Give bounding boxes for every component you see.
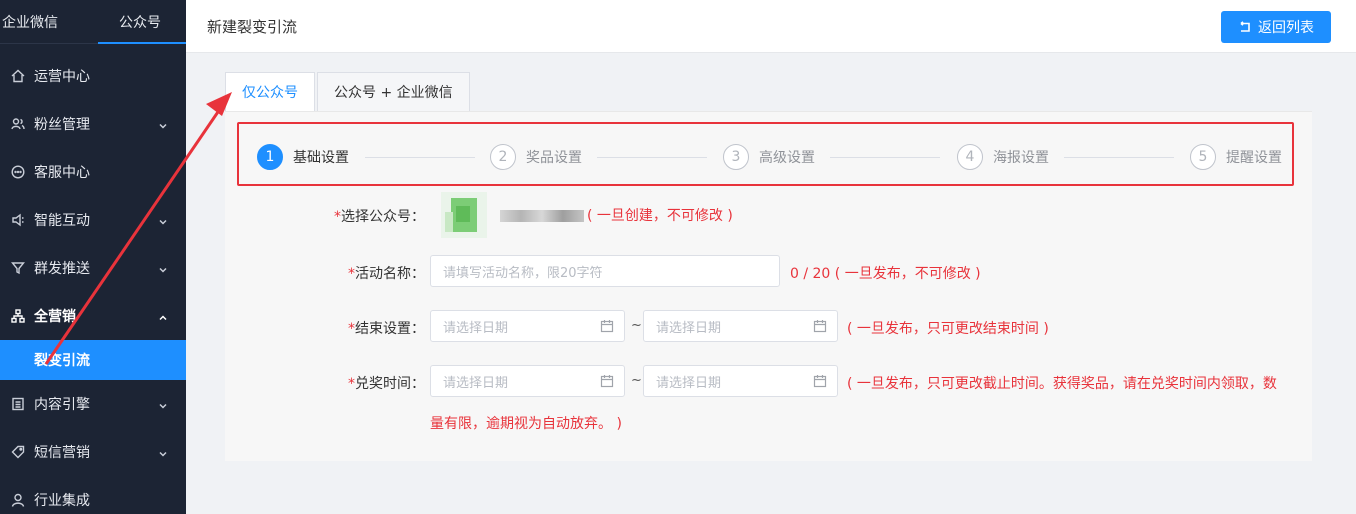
date-placeholder: 请选择日期 [656, 320, 722, 336]
step-advanced[interactable]: 3 高级设置 [723, 144, 815, 170]
step-connector [597, 157, 707, 158]
step-connector [1064, 157, 1174, 158]
sidebar-item-label: 粉丝管理 [34, 117, 90, 133]
end-end-date-input[interactable]: 请选择日期 [643, 310, 838, 342]
step-number: 3 [723, 144, 749, 170]
back-button-label: 返回列表 [1258, 20, 1314, 36]
form-panel: 1 基础设置 2 奖品设置 3 高级设置 4 海报设置 5 提醒设置 *选择公众… [225, 111, 1312, 461]
mode-tabs: 仅公众号 公众号 + 企业微信 [225, 72, 472, 112]
chevron-down-icon [158, 447, 168, 457]
sidebar-item-industry[interactable]: 行业集成 [0, 476, 186, 514]
end-start-date-input[interactable]: 请选择日期 [430, 310, 625, 342]
date-separator: ~ [631, 373, 642, 388]
doc-icon [10, 396, 26, 412]
chevron-down-icon [158, 215, 168, 225]
steps-bar: 1 基础设置 2 奖品设置 3 高级设置 4 海报设置 5 提醒设置 [237, 122, 1294, 186]
activity-name-counter: 0 / 20 ( 一旦发布，不可修改 ) [790, 266, 981, 282]
sidebar-item-service[interactable]: 客服中心 [0, 148, 186, 196]
end-settings-label: *结束设置： [348, 321, 425, 337]
step-connector [830, 157, 940, 158]
date-placeholder: 请选择日期 [443, 375, 509, 391]
page-title: 新建裂变引流 [207, 17, 298, 36]
sidebar-item-fans[interactable]: 粉丝管理 [0, 100, 186, 148]
funnel-icon [10, 260, 26, 276]
sidebar-tabs: 企业微信 公众号 [0, 0, 186, 44]
sidebar-item-label: 短信营销 [34, 445, 90, 461]
calendar-icon [600, 319, 614, 333]
redeem-end-date-input[interactable]: 请选择日期 [643, 365, 838, 397]
sidebar-item-marketing[interactable]: 全营销 [0, 292, 186, 340]
sidebar-item-content[interactable]: 内容引擎 [0, 380, 186, 428]
user-icon [10, 492, 26, 508]
account-avatar[interactable] [441, 192, 487, 238]
end-settings-hint: ( 一旦发布，只可更改结束时间 ) [847, 321, 1049, 337]
account-hint: ( 一旦创建，不可修改 ) [587, 208, 733, 224]
sidebar-item-interaction[interactable]: 智能互动 [0, 196, 186, 244]
date-placeholder: 请选择日期 [656, 375, 722, 391]
account-name-blurred [500, 210, 584, 222]
chevron-down-icon [158, 399, 168, 409]
sidebar-item-label: 行业集成 [34, 493, 90, 509]
step-number: 5 [1190, 144, 1216, 170]
return-icon [1238, 20, 1252, 34]
sitemap-icon [10, 308, 26, 324]
back-to-list-button[interactable]: 返回列表 [1221, 11, 1331, 43]
step-prize[interactable]: 2 奖品设置 [490, 144, 582, 170]
chevron-up-icon [158, 311, 168, 321]
redeem-time-label: *兑奖时间： [348, 376, 425, 392]
chat-icon [10, 164, 26, 180]
speaker-icon [10, 212, 26, 228]
sidebar-item-label: 全营销 [34, 309, 76, 325]
sidebar-item-label: 群发推送 [34, 261, 90, 277]
step-number: 1 [257, 144, 283, 170]
sidebar-item-sms[interactable]: 短信营销 [0, 428, 186, 476]
activity-name-input[interactable]: 请填写活动名称，限20字符 [430, 255, 780, 287]
step-number: 4 [957, 144, 983, 170]
calendar-icon [813, 374, 827, 388]
step-label: 提醒设置 [1226, 150, 1282, 166]
sidebar-item-label: 内容引擎 [34, 397, 90, 413]
sidebar-item-label: 运营中心 [34, 69, 90, 85]
chevron-down-icon [158, 119, 168, 129]
step-number: 2 [490, 144, 516, 170]
redeem-hint-line2: 量有限，逾期视为自动放弃。 ) [430, 416, 622, 432]
page-header: 新建裂变引流 返回列表 [186, 0, 1356, 53]
account-label: *选择公众号： [334, 209, 425, 225]
activity-name-label: *活动名称： [348, 266, 425, 282]
redeem-hint-line1: ( 一旦发布，只可更改截止时间。获得奖品，请在兑奖时间内领取，数 [847, 376, 1277, 392]
calendar-icon [600, 374, 614, 388]
sidebar-item-label: 智能互动 [34, 213, 90, 229]
step-label: 高级设置 [759, 150, 815, 166]
step-connector [365, 157, 475, 158]
activity-name-placeholder: 请填写活动名称，限20字符 [443, 265, 603, 281]
sidebar-subitem-fission[interactable]: 裂变引流 [0, 340, 186, 380]
step-label: 海报设置 [993, 150, 1049, 166]
sidebar-tab-official-account[interactable]: 公众号 [94, 0, 186, 44]
calendar-icon [813, 319, 827, 333]
date-separator: ~ [631, 318, 642, 333]
tag-icon [10, 444, 26, 460]
users-icon [10, 116, 26, 132]
home-icon [10, 68, 26, 84]
step-label: 奖品设置 [526, 150, 582, 166]
tab-official-only[interactable]: 仅公众号 [225, 72, 315, 112]
step-label: 基础设置 [293, 150, 349, 166]
sidebar-item-operations[interactable]: 运营中心 [0, 52, 186, 100]
redeem-start-date-input[interactable]: 请选择日期 [430, 365, 625, 397]
sidebar-tab-wecom[interactable]: 企业微信 [0, 0, 94, 43]
sidebar-item-broadcast[interactable]: 群发推送 [0, 244, 186, 292]
tab-official-plus-wecom[interactable]: 公众号 + 企业微信 [317, 72, 470, 112]
chevron-down-icon [158, 263, 168, 273]
step-poster[interactable]: 4 海报设置 [957, 144, 1049, 170]
sidebar-item-label: 客服中心 [34, 165, 90, 181]
step-reminder[interactable]: 5 提醒设置 [1190, 144, 1282, 170]
sidebar: 企业微信 公众号 运营中心 粉丝管理 客服中心 智能互动 群发推送 全营销 裂变… [0, 0, 186, 514]
date-placeholder: 请选择日期 [443, 320, 509, 336]
step-basic[interactable]: 1 基础设置 [257, 144, 349, 170]
